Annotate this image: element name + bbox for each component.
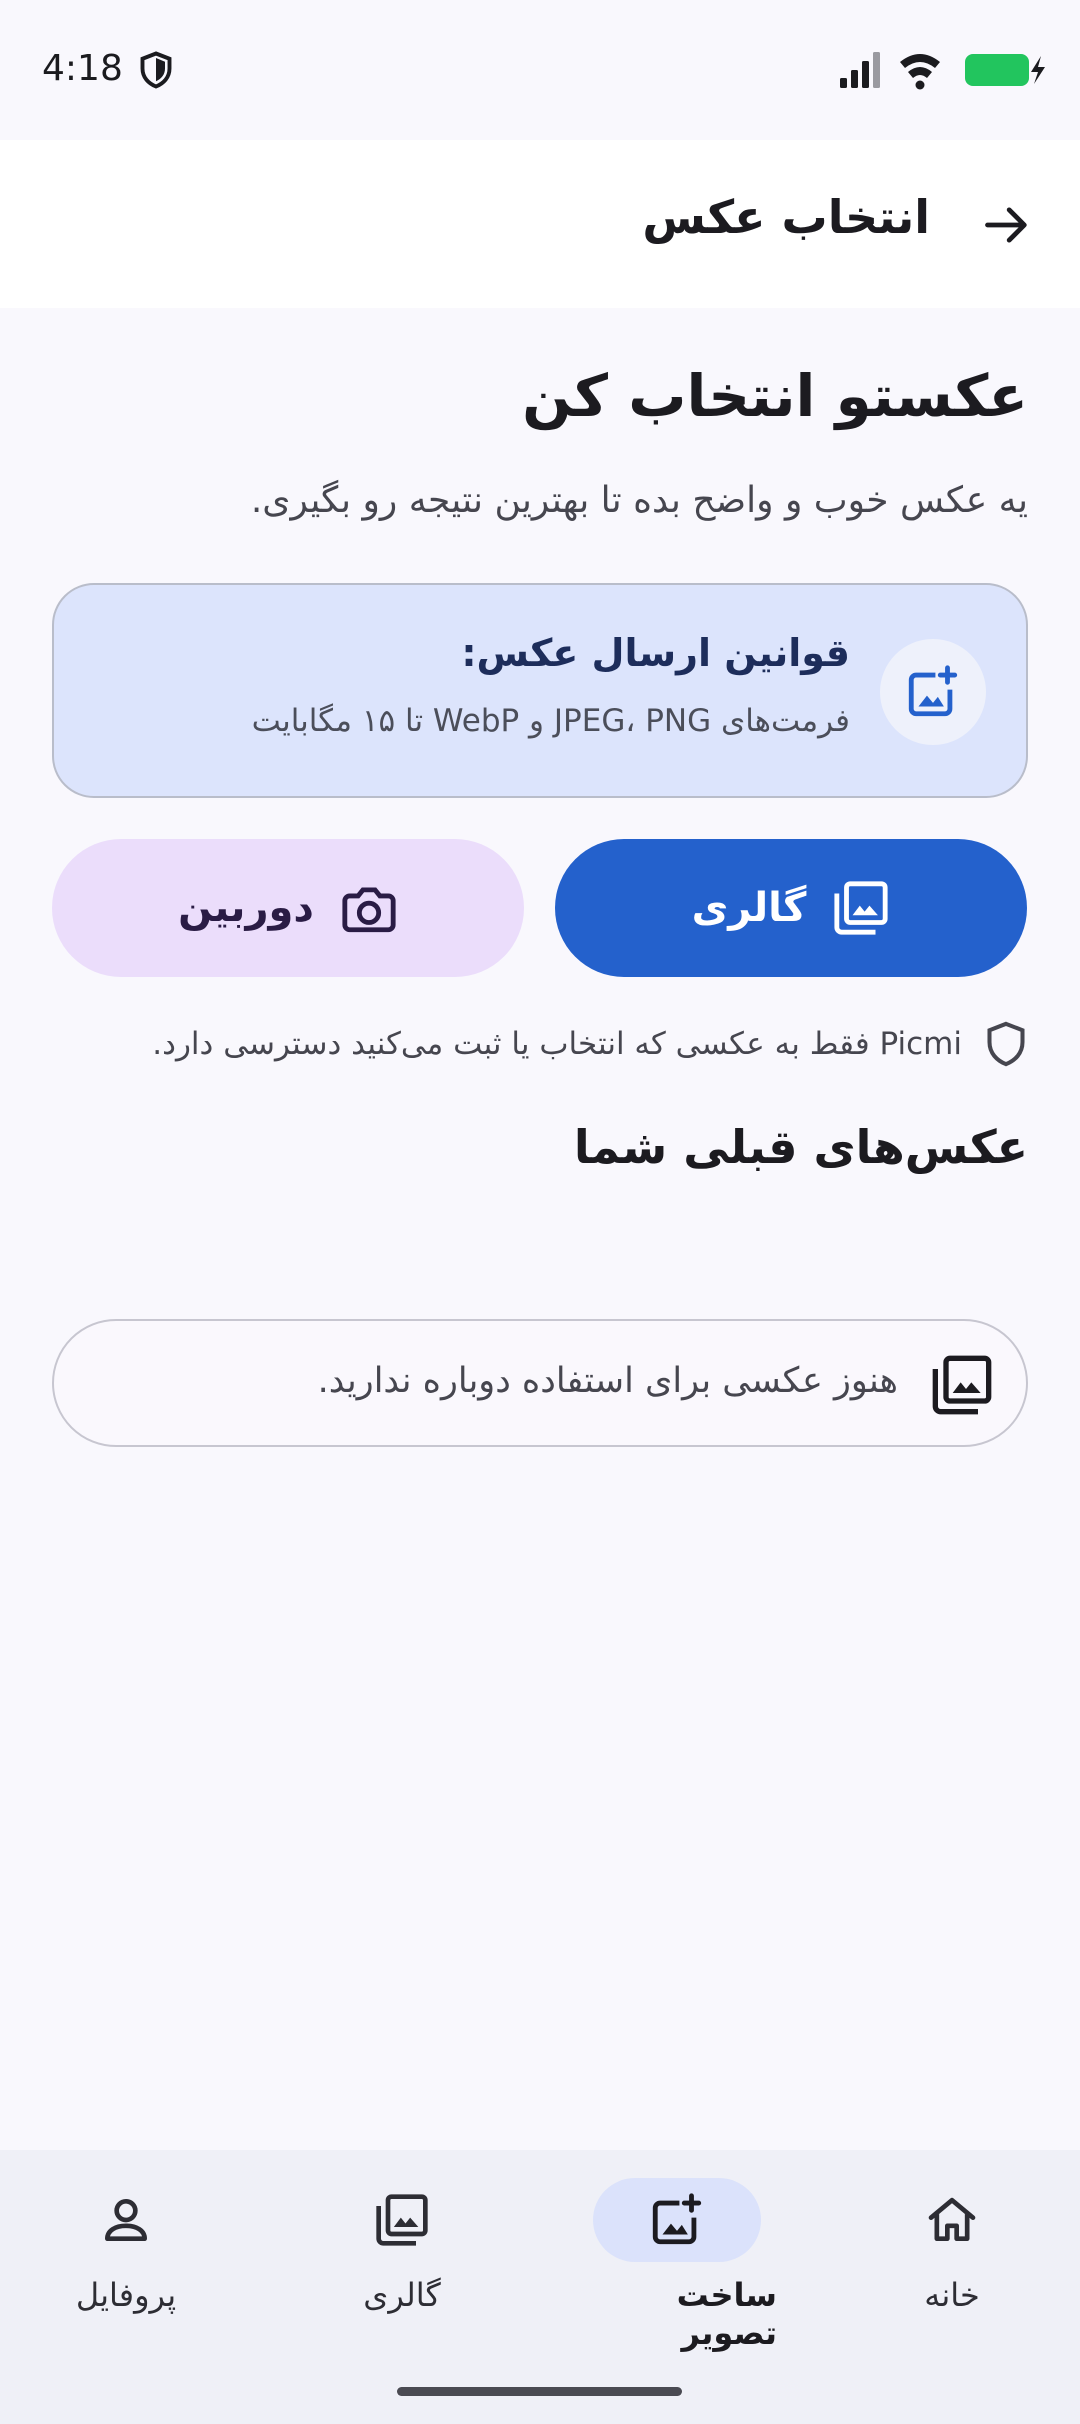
previous-photos-heading: عکس‌های قبلی شما — [573, 1120, 1028, 1174]
gallery-button-label: گالری — [691, 885, 807, 931]
nav-profile-indicator — [42, 2178, 210, 2262]
battery-icon — [965, 54, 1045, 86]
nav-create-indicator — [593, 2178, 761, 2262]
screen: 4:18 انتخاب عکس عکستو انتخاب کن یه عکس خ… — [0, 0, 1080, 2424]
signal-icon — [840, 52, 880, 88]
privacy-text: Picmi فقط به عکسی که انتخاب یا ثبت می‌کن… — [152, 1026, 962, 1062]
status-bar: 4:18 — [0, 0, 1080, 140]
rules-description: فرمت‌های JPEG، PNG و WebP تا ۱۵ مگابایت — [251, 703, 850, 739]
person-icon — [105, 2199, 148, 2241]
nav-item-create-image[interactable]: ساخت تصویر — [577, 2178, 777, 2358]
camera-button-label: دوربین — [178, 885, 314, 931]
nav-item-gallery[interactable]: گالری — [302, 2178, 502, 2358]
bottom-navigation: خانه ساخت تصویر گالری پروفایل — [0, 2150, 1080, 2424]
empty-state-message: هنوز عکسی برای استفاده دوباره ندارید. — [317, 1361, 898, 1401]
home-icon — [928, 2197, 976, 2241]
nav-profile-label: پروفایل — [75, 2276, 177, 2314]
privacy-note: Picmi فقط به عکسی که انتخاب یا ثبت می‌کن… — [152, 1020, 1028, 1068]
top-app-bar: انتخاب عکس — [0, 140, 1080, 308]
section-heading: عکستو انتخاب کن — [522, 362, 1028, 430]
shield-icon — [987, 1021, 1025, 1067]
rules-title: قوانین ارسال عکس: — [461, 631, 850, 675]
photo-library-icon — [834, 881, 889, 935]
shield-status-icon — [140, 51, 172, 89]
add-photo-icon — [652, 2193, 702, 2245]
upload-rules-card: قوانین ارسال عکس: فرمت‌های JPEG، PNG و W… — [52, 583, 1028, 798]
gallery-button[interactable]: گالری — [555, 839, 1027, 977]
arrow-back-icon — [985, 207, 1027, 243]
camera-icon — [342, 887, 396, 933]
nav-home-label: خانه — [924, 2276, 980, 2314]
add-photo-icon — [908, 665, 958, 717]
camera-button[interactable]: دوربین — [52, 839, 524, 977]
nav-gallery-label: گالری — [363, 2276, 441, 2314]
nav-item-profile[interactable]: پروفایل — [26, 2178, 226, 2358]
status-icons — [840, 52, 1045, 90]
back-button[interactable] — [972, 190, 1042, 260]
empty-state: هنوز عکسی برای استفاده دوباره ندارید. — [52, 1319, 1028, 1447]
status-time: 4:18 — [42, 48, 123, 89]
photo-library-icon — [376, 2194, 428, 2246]
nav-gallery-indicator — [318, 2178, 486, 2262]
nav-item-home[interactable]: خانه — [852, 2178, 1052, 2358]
nav-home-indicator — [868, 2178, 1036, 2262]
page-title: انتخاب عکس — [642, 190, 930, 244]
photo-library-icon — [932, 1355, 992, 1415]
section-subtitle: یه عکس خوب و واضح بده تا بهترین نتیجه رو… — [250, 480, 1028, 521]
wifi-icon — [900, 54, 940, 90]
rules-icon-container — [880, 639, 986, 745]
nav-create-label: ساخت تصویر — [676, 2276, 777, 2352]
home-indicator[interactable] — [397, 2387, 682, 2396]
